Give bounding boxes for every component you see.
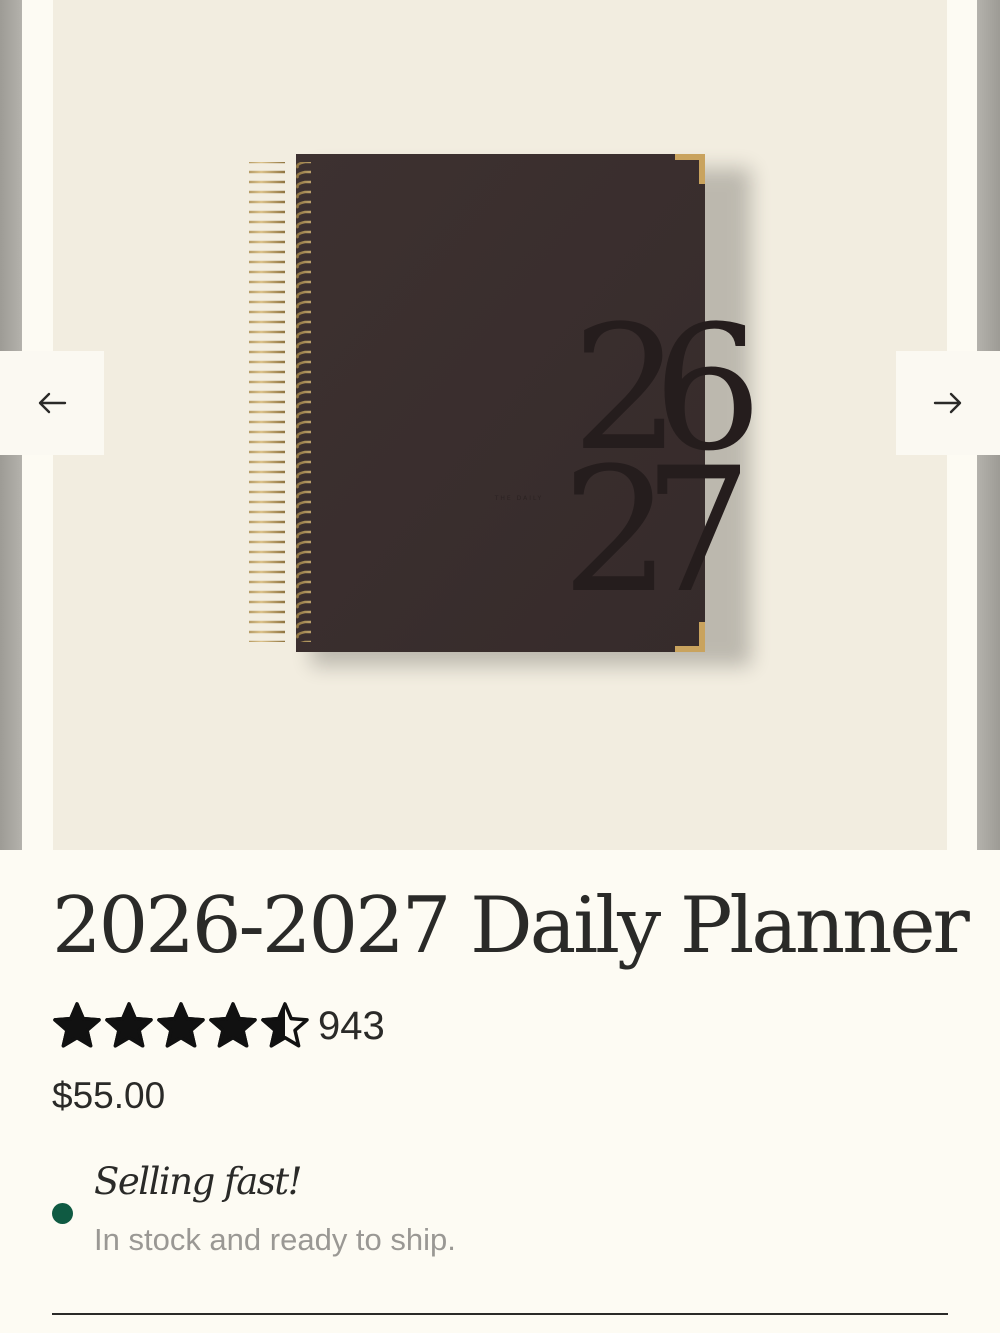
carousel-next-button[interactable]: [896, 351, 1000, 455]
star-full-icon: [157, 1002, 205, 1048]
star-half-icon: [261, 1002, 309, 1048]
product-page: THE DAILY 26 27 2026-2027 Daily Planner …: [0, 0, 1000, 1333]
star-rating: [52, 1001, 310, 1051]
carousel-prev-button[interactable]: [0, 351, 104, 455]
section-divider: [52, 1313, 948, 1315]
planner-illustration: THE DAILY 26 27: [249, 154, 780, 666]
arrow-left-icon: [38, 392, 67, 414]
product-price: $55.00: [52, 1075, 166, 1116]
cover-brand-text: THE DAILY: [494, 495, 543, 502]
review-count[interactable]: 943: [318, 1004, 385, 1049]
product-image-carousel[interactable]: THE DAILY 26 27: [0, 0, 1000, 850]
star-full-icon: [105, 1002, 153, 1048]
product-rating[interactable]: 943: [52, 1000, 385, 1052]
star-full-icon: [53, 1002, 101, 1048]
cover-year-bottom: 27: [562, 430, 740, 631]
coil-binding: [249, 162, 311, 642]
arrow-right-icon: [933, 392, 962, 414]
star-full-icon: [209, 1002, 257, 1048]
stock-status: Selling fast! In stock and ready to ship…: [52, 1160, 948, 1270]
product-image: THE DAILY 26 27: [53, 0, 947, 850]
product-title: 2026-2027 Daily Planner: [52, 881, 970, 971]
urgency-label: Selling fast!: [94, 1160, 303, 1203]
stock-status-text: In stock and ready to ship.: [94, 1222, 456, 1257]
stock-indicator-dot: [52, 1203, 73, 1224]
